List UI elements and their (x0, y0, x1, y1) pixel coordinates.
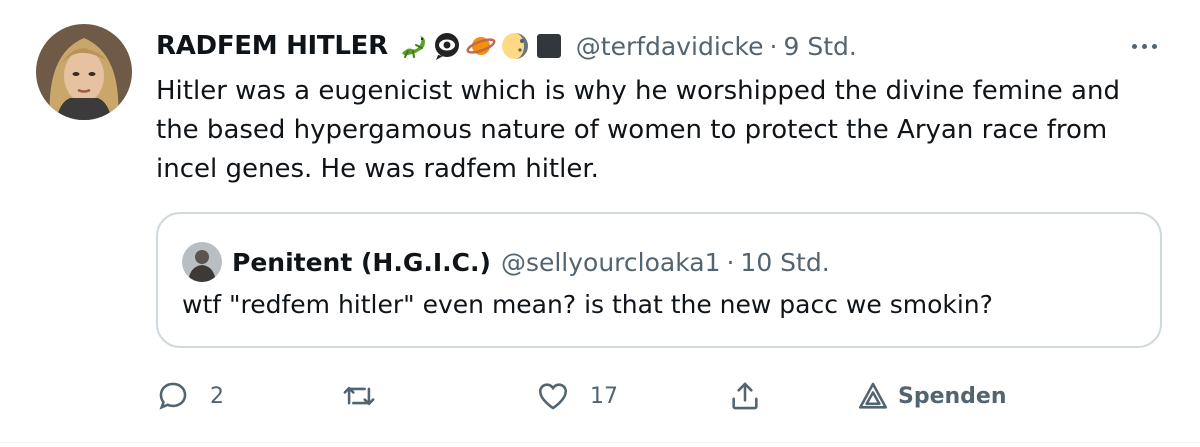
reply-button[interactable]: 2 (156, 372, 224, 420)
heart-icon (538, 383, 568, 410)
author-avatar[interactable] (36, 24, 132, 120)
header-separator: · (769, 31, 778, 61)
black-square-icon (534, 31, 564, 61)
quoted-tweet-text: wtf "redfem hitler" even mean? is that t… (182, 290, 993, 319)
tweet-card[interactable]: RADFEM HITLER @terfdavidicke · 9 Std. Hi… (0, 0, 1200, 447)
quoted-author-avatar[interactable] (182, 242, 222, 282)
quoted-author-display-name[interactable]: Penitent (H.G.I.C.) (232, 248, 491, 277)
like-button[interactable]: 17 (536, 372, 618, 420)
triangle-spenden-icon (858, 382, 888, 409)
more-options-button[interactable] (1124, 28, 1164, 64)
divider (0, 442, 1200, 443)
quoted-author-handle[interactable]: @sellyourcloaka1 (501, 248, 721, 277)
ringed-planet-icon (466, 31, 496, 61)
name-emoji-badges (398, 31, 564, 61)
quoted-header-separator: · (726, 247, 735, 277)
retweet-button[interactable] (342, 372, 376, 420)
moon-icon (500, 31, 530, 61)
retweet-icon (343, 386, 375, 406)
more-dot-icon (1151, 43, 1157, 49)
tweet-text: Hitler was a eugenicist which is why he … (156, 76, 1120, 184)
reply-icon (159, 382, 187, 410)
author-handle[interactable]: @terfdavidicke (576, 32, 764, 61)
quoted-tweet-timestamp[interactable]: 10 Std. (740, 248, 829, 277)
spenden-button[interactable]: Spenden (856, 372, 1007, 420)
tweet-timestamp[interactable]: 9 Std. (783, 32, 856, 61)
tweet-header: RADFEM HITLER @terfdavidicke · 9 Std. (156, 26, 857, 66)
lizard-icon (398, 31, 428, 61)
like-count: 17 (590, 383, 618, 409)
share-button[interactable] (728, 372, 762, 420)
more-dot-icon (1131, 43, 1137, 49)
quoted-tweet-header: Penitent (H.G.I.C.) @sellyourcloaka1 · 1… (232, 242, 830, 282)
eye-in-speech-bubble-icon (432, 31, 462, 61)
spenden-label: Spenden (898, 383, 1007, 409)
quoted-tweet[interactable]: Penitent (H.G.I.C.) @sellyourcloaka1 · 1… (156, 212, 1162, 348)
more-dot-icon (1141, 43, 1147, 49)
tweet-action-bar: 2 17 Spenden (156, 372, 1156, 420)
share-icon (732, 382, 758, 410)
reply-count: 2 (210, 383, 224, 409)
author-display-name[interactable]: RADFEM HITLER (156, 31, 388, 61)
